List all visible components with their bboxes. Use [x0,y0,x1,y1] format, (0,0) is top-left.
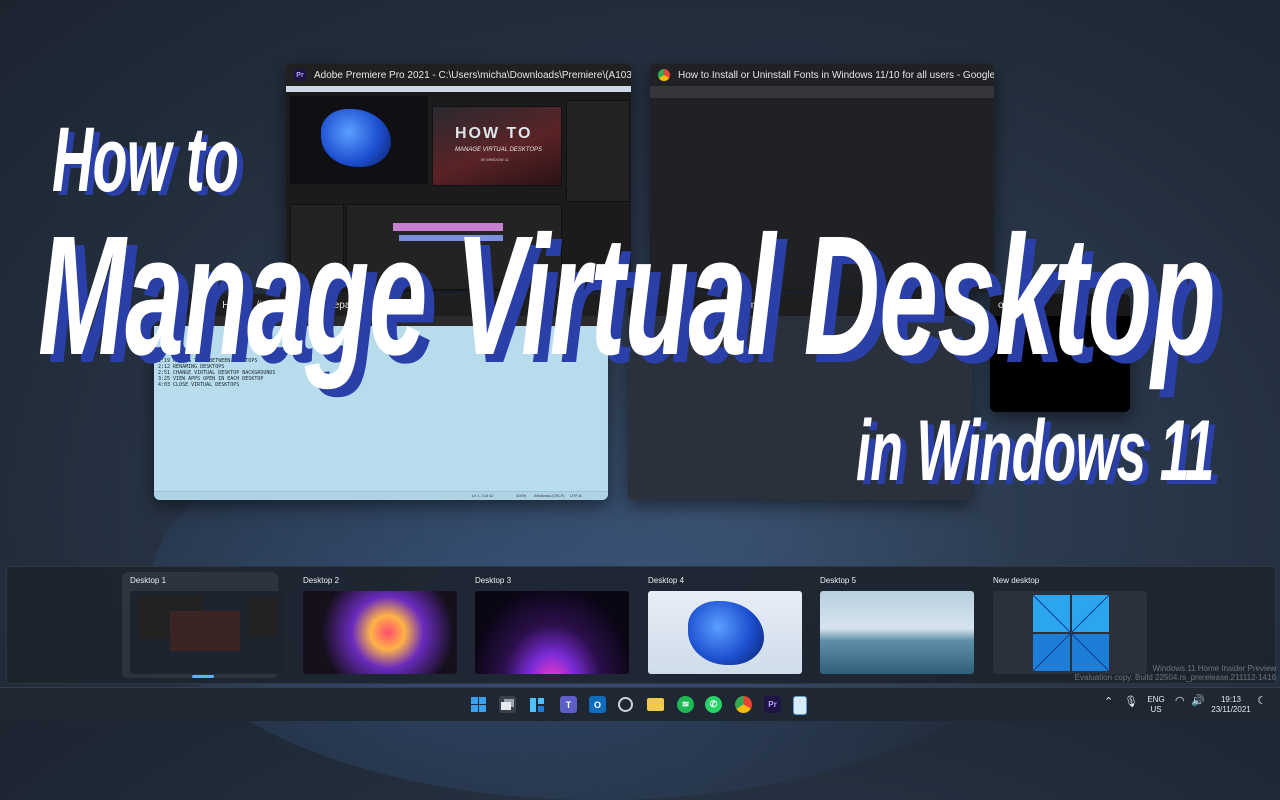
desktop-label: Desktop 3 [475,576,512,585]
wifi-icon[interactable]: ◠ [1175,696,1185,707]
desktop-thumbnail [993,591,1147,674]
chrome-window-titlebar[interactable]: How to Install or Uninstall Fonts in Win… [650,64,994,86]
premiere-icon[interactable]: Pr [764,696,781,713]
spotify-icon[interactable]: ≋ [677,696,694,713]
chrome-tab-strip[interactable] [650,86,994,98]
clock[interactable]: 19:13 23/11/2021 [1210,695,1252,715]
windows-start-icon[interactable] [470,696,487,713]
desktop-card-3[interactable]: Desktop 3 [467,572,629,678]
status-line-ending: Windows (CRLF) [534,493,565,498]
microphone-icon[interactable]: 🎙 [1124,697,1138,708]
clock-date: 23/11/2021 [1211,705,1251,714]
desktop-thumbnail [130,591,284,674]
source-monitor [290,96,428,184]
keyboard-layout: US [1150,705,1162,714]
settings-icon[interactable] [618,697,633,712]
status-position: Ln 1, Col 42 [472,493,494,498]
desktop-thumbnail [820,591,974,674]
file-explorer-icon[interactable] [647,698,664,711]
desktop-label: Desktop 2 [303,576,340,585]
language-indicator[interactable]: ENG US [1144,695,1168,715]
desktop-label: Desktop 4 [648,576,685,585]
desktop-label: Desktop 5 [820,576,857,585]
status-encoding: UTF-8 [570,493,582,498]
notepad-icon[interactable] [793,696,807,715]
premiere-icon: Pr [294,69,306,81]
preview-title-1: HOW TO [455,125,533,142]
notepad-status-bar: Ln 1, Col 42 100% Windows (CRLF) UTF-8 [154,491,608,500]
taskbar: T O ≋ ✆ Pr ⌃ 🎙 ENG US ◠ 🔊 19:13 23/11/20… [0,687,1280,721]
preview-title-2: MANAGE VIRTUAL DESKTOPS [455,147,543,153]
clock-time: 19:13 [1220,695,1242,704]
bloom-preview-image [321,109,391,167]
desktop-card-2[interactable]: Desktop 2 [295,572,457,678]
headline-in-windows-11: in Windows 11 [856,403,1214,499]
windows-logo-icon [1033,595,1109,671]
language-code: ENG [1147,695,1165,704]
chrome-icon [658,69,670,81]
task-view-icon[interactable] [499,696,516,713]
watermark-line-1: Windows 11 Home Insider Preview [1152,664,1276,673]
premiere-window-title: Adobe Premiere Pro 2021 - C:\Users\micha… [314,69,631,81]
desktop-card-1[interactable]: Desktop 1 [122,572,284,678]
project-panel [566,100,630,202]
volume-icon[interactable]: 🔊 [1191,696,1205,707]
watermark: Windows 11 Home Insider Preview Evaluati… [1040,664,1276,682]
desktop-label: Desktop 1 [130,576,167,585]
mini-window [248,597,278,637]
focus-assist-icon[interactable]: ☾ [1257,696,1267,707]
watermark-line-2: Evaluation copy. Build 22504.rs_prerelea… [1074,673,1276,682]
status-zoom: 100% [516,493,527,498]
active-desktop-indicator [192,675,214,678]
headline-manage-virtual-desktop: Manage Virtual Desktop [38,201,1216,391]
desktop-label: New desktop [993,576,1040,585]
teams-icon[interactable]: T [560,696,577,713]
premiere-window-titlebar[interactable]: Pr Adobe Premiere Pro 2021 - C:\Users\mi… [286,64,631,86]
chrome-icon[interactable] [735,696,752,713]
preview-title-3: IN WINDOW 11 [481,157,509,162]
program-monitor: HOW TO MANAGE VIRTUAL DESKTOPS IN WINDOW… [432,106,562,186]
premiere-menu-bar [286,86,631,92]
desktop-card-5[interactable]: Desktop 5 [812,572,974,678]
new-desktop-card[interactable]: New desktop [985,572,1147,678]
mini-window [170,611,240,651]
whatsapp-icon[interactable]: ✆ [705,696,722,713]
tray-overflow-icon[interactable]: ⌃ [1104,697,1113,708]
outlook-icon[interactable]: O [589,696,606,713]
bloom-wallpaper [688,601,764,665]
desktop-thumbnail [475,591,629,674]
desktop-thumbnail [648,591,802,674]
widgets-icon[interactable] [528,696,545,713]
desktop-thumbnail [303,591,457,674]
chrome-window-title: How to Install or Uninstall Fonts in Win… [678,69,994,81]
desktop-card-4[interactable]: Desktop 4 [640,572,802,678]
